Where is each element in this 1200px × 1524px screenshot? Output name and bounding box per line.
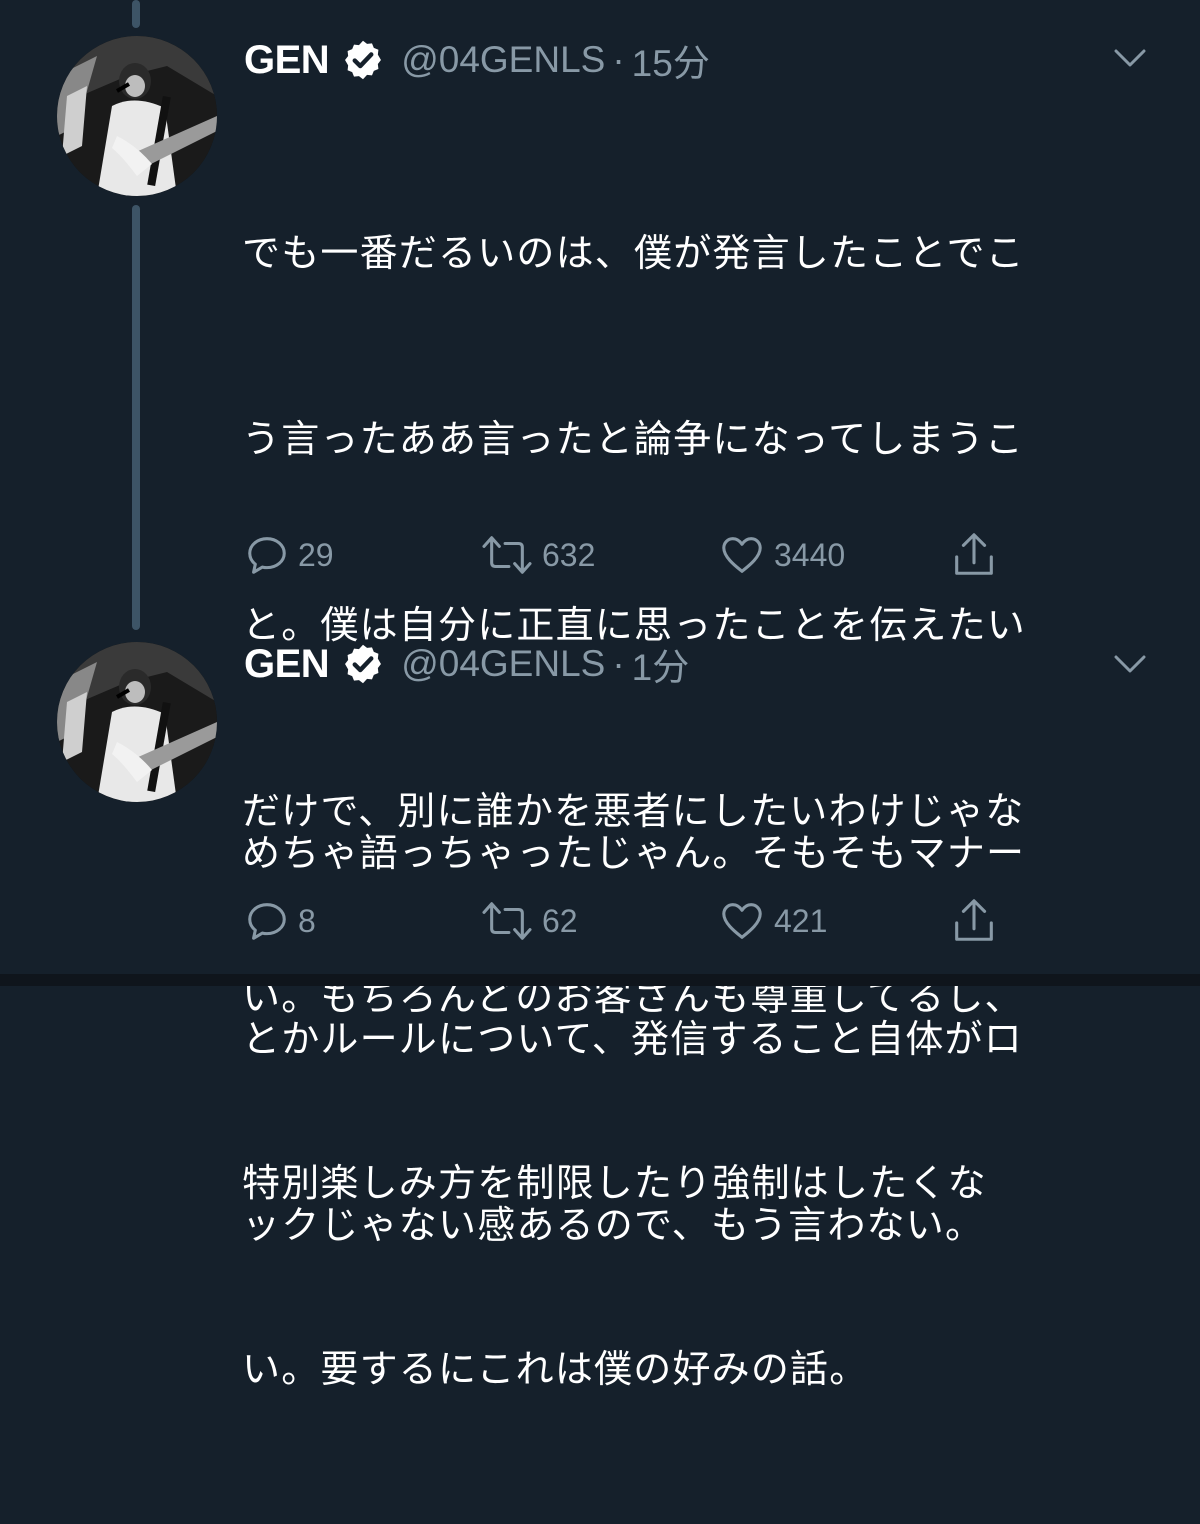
separator-dot: ·	[612, 39, 625, 80]
share-icon	[955, 899, 993, 941]
retweet-button[interactable]: 62	[480, 896, 578, 946]
retweet-button[interactable]: 632	[480, 530, 595, 580]
retweet-count: 632	[542, 536, 596, 573]
tweet-text: めちゃ語っちゃったじゃん。そもそもマナー とかルールについて、発信すること自体が…	[242, 698, 1142, 1380]
heart-icon	[722, 537, 762, 573]
tweet-actions: 8 62 421	[244, 896, 1044, 946]
tweet-text-line: とかルールについて、発信すること自体がロ	[242, 1017, 1023, 1061]
like-count: 421	[774, 902, 828, 939]
chevron-down-icon[interactable]	[1112, 652, 1148, 676]
tweet-header: GEN @04GENLS · 1分	[244, 636, 689, 692]
share-icon	[955, 533, 993, 575]
tweet-actions: 29 632 3440	[244, 530, 1044, 580]
chevron-down-icon[interactable]	[1112, 46, 1148, 70]
retweet-count: 62	[542, 902, 578, 939]
display-name[interactable]: GEN	[244, 38, 330, 83]
user-handle[interactable]: @04GENLS	[401, 643, 605, 685]
share-button[interactable]	[950, 896, 998, 946]
timestamp[interactable]: 1分	[632, 637, 690, 691]
avatar[interactable]	[57, 642, 217, 802]
tweet-text-line: う言ったああ言ったと論争になってしまうこ	[242, 417, 1025, 461]
reply-button[interactable]: 8	[244, 896, 316, 946]
reply-icon	[248, 537, 286, 574]
retweet-icon	[482, 902, 532, 940]
timestamp[interactable]: 15分	[632, 33, 710, 87]
verified-badge-icon	[345, 644, 382, 684]
share-button[interactable]	[950, 530, 998, 580]
bottom-divider	[0, 974, 1200, 986]
retweet-icon	[482, 536, 532, 574]
like-button[interactable]: 421	[718, 896, 827, 946]
heart-icon	[722, 903, 762, 939]
user-handle[interactable]: @04GENLS	[401, 39, 605, 81]
reply-count: 29	[298, 536, 334, 573]
like-button[interactable]: 3440	[718, 530, 845, 580]
reply-button[interactable]: 29	[244, 530, 334, 580]
avatar[interactable]	[57, 36, 217, 196]
tweet-text-line: ックじゃない感あるので、もう言わない。	[242, 1203, 985, 1247]
tweet-text-line: めちゃ語っちゃったじゃん。そもそもマナー	[242, 831, 1026, 875]
separator-dot: ·	[612, 643, 625, 684]
tweet-text-line: でも一番だるいのは、僕が発言したことでこ	[242, 231, 1025, 275]
reply-icon	[248, 903, 286, 940]
verified-badge-icon	[345, 40, 382, 80]
tweet[interactable]: GEN @04GENLS · 15分 でも一番だるいのは、僕が発言したことでこ …	[0, 0, 1200, 1391]
tweet-header: GEN @04GENLS · 15分	[244, 32, 710, 88]
reply-count: 8	[298, 902, 316, 939]
like-count: 3440	[774, 536, 846, 573]
tweet[interactable]: GEN @04GENLS · 1分 めちゃ語っちゃったじゃん。そもそもマナー と…	[0, 620, 1200, 1247]
display-name[interactable]: GEN	[244, 642, 330, 687]
